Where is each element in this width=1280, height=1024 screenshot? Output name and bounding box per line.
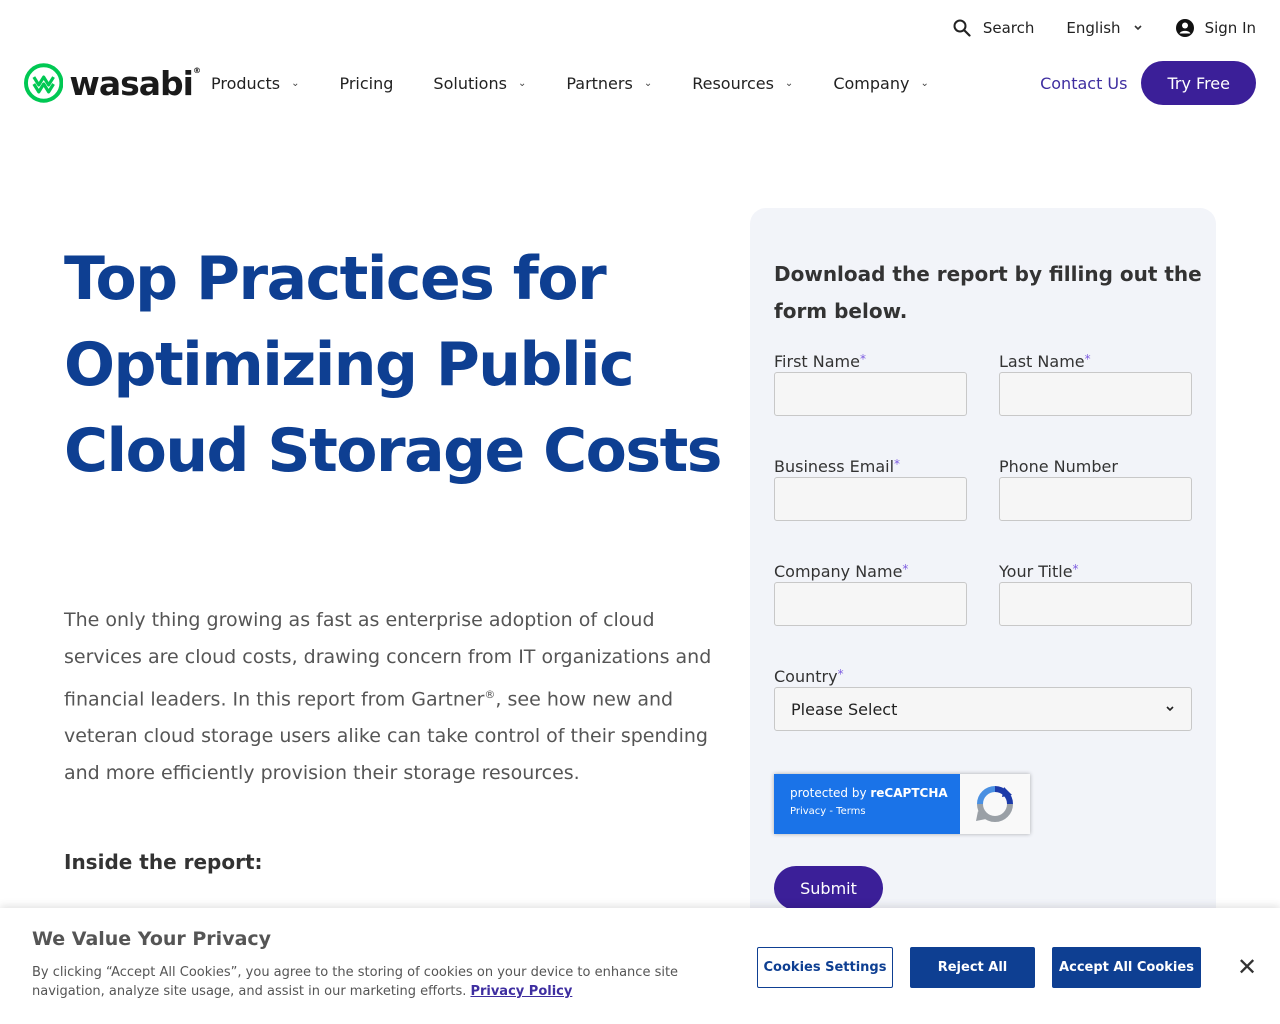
- cookie-description: By clicking “Accept All Cookies”, you ag…: [32, 965, 679, 999]
- last-name-field: Last Name*: [999, 352, 1192, 416]
- nav-item-partners[interactable]: Partners ⌄: [566, 74, 652, 93]
- wasabi-logo[interactable]: wasabi®: [24, 60, 201, 106]
- contact-us-link[interactable]: Contact Us: [1040, 74, 1127, 93]
- recaptcha-icon: [960, 774, 1030, 834]
- your-title-field: Your Title*: [999, 562, 1192, 626]
- business-email-input[interactable]: [774, 477, 967, 521]
- try-free-button[interactable]: Try Free: [1141, 61, 1256, 105]
- phone-label: Phone Number: [999, 457, 1118, 476]
- business-email-label: Business Email*: [774, 457, 901, 476]
- nav-item-label: Products: [211, 73, 281, 93]
- close-icon[interactable]: ✕: [1234, 954, 1260, 980]
- first-name-field: First Name*: [774, 352, 967, 416]
- inside-report-heading: Inside the report:: [64, 850, 263, 874]
- download-form: Download the report by filling out the f…: [750, 208, 1216, 968]
- country-label: Country*: [774, 667, 844, 686]
- cookies-settings-button[interactable]: Cookies Settings: [757, 947, 893, 988]
- language-label: English: [1066, 19, 1121, 37]
- phone-field: Phone Number: [999, 457, 1192, 521]
- utility-bar: Search English Sign In: [953, 14, 1256, 42]
- submit-button[interactable]: Submit: [774, 866, 883, 910]
- recaptcha-text-panel: protected by reCAPTCHA Privacy - Terms: [774, 774, 960, 834]
- company-name-field: Company Name*: [774, 562, 967, 626]
- nav-item-label: Resources: [692, 73, 774, 93]
- first-name-input[interactable]: [774, 372, 967, 416]
- page-title: Top Practices for Optimizing Public Clou…: [64, 244, 722, 486]
- nav-item-resources[interactable]: Resources ⌄: [692, 74, 793, 93]
- country-field: Country* Please Select: [774, 667, 1192, 731]
- search-icon: [953, 19, 971, 37]
- privacy-policy-link[interactable]: Privacy Policy: [470, 984, 572, 999]
- language-selector[interactable]: English: [1066, 19, 1142, 37]
- your-title-label: Your Title*: [999, 562, 1079, 581]
- chevron-down-icon: ⌄: [291, 77, 300, 89]
- hero-description: The only thing growing as fast as enterp…: [64, 609, 712, 785]
- nav-item-label: Solutions: [433, 73, 507, 93]
- nav-actions: Contact Us Try Free: [1040, 61, 1256, 105]
- form-heading: Download the report by filling out the f…: [774, 262, 1202, 323]
- nav-item-pricing[interactable]: Pricing: [339, 74, 393, 93]
- last-name-input[interactable]: [999, 372, 1192, 416]
- nav-item-company[interactable]: Company ⌄: [833, 74, 929, 93]
- recaptcha-privacy-terms[interactable]: Privacy - Terms: [790, 806, 960, 817]
- nav-item-products[interactable]: Products ⌄: [211, 74, 299, 93]
- chevron-down-icon: ⌄: [920, 77, 929, 89]
- nav-links: Products ⌄ Pricing Solutions ⌄ Partners …: [211, 74, 969, 93]
- nav-item-label: Pricing: [339, 73, 394, 93]
- country-select[interactable]: Please Select: [774, 687, 1192, 731]
- chevron-down-icon: [1134, 25, 1142, 31]
- signin-link[interactable]: Sign In: [1175, 18, 1256, 38]
- company-name-label: Company Name*: [774, 562, 909, 581]
- accept-all-cookies-button[interactable]: Accept All Cookies: [1052, 947, 1201, 988]
- chevron-down-icon: ⌄: [784, 77, 794, 89]
- nav-item-solutions[interactable]: Solutions ⌄: [433, 74, 526, 93]
- recaptcha-protected-text: protected by reCAPTCHA: [790, 786, 948, 800]
- logo-wordmark: wasabi®: [69, 63, 201, 103]
- chevron-down-icon: ⌄: [643, 77, 653, 89]
- signin-label: Sign In: [1204, 19, 1256, 37]
- nav-item-label: Partners: [566, 73, 633, 93]
- search-label: Search: [982, 19, 1035, 37]
- nav-item-label: Company: [833, 73, 910, 93]
- reject-all-button[interactable]: Reject All: [910, 947, 1035, 988]
- chevron-down-icon: ⌄: [517, 77, 527, 89]
- recaptcha-badge[interactable]: protected by reCAPTCHA Privacy - Terms: [774, 774, 1030, 834]
- wasabi-logo-icon: [24, 63, 64, 103]
- last-name-label: Last Name*: [999, 352, 1091, 371]
- company-name-input[interactable]: [774, 582, 967, 626]
- country-selected-value: Please Select: [791, 699, 898, 719]
- first-name-label: First Name*: [774, 352, 866, 371]
- cookie-title: We Value Your Privacy: [32, 928, 272, 950]
- cookie-banner: We Value Your Privacy By clicking “Accep…: [0, 908, 1280, 1024]
- business-email-field: Business Email*: [774, 457, 967, 521]
- phone-input[interactable]: [999, 477, 1192, 521]
- your-title-input[interactable]: [999, 582, 1192, 626]
- user-icon: [1175, 19, 1194, 37]
- main-nav: wasabi® Products ⌄ Pricing Solutions ⌄ P…: [24, 60, 1256, 106]
- chevron-down-icon: [1166, 706, 1174, 712]
- search-link[interactable]: Search: [953, 19, 1035, 37]
